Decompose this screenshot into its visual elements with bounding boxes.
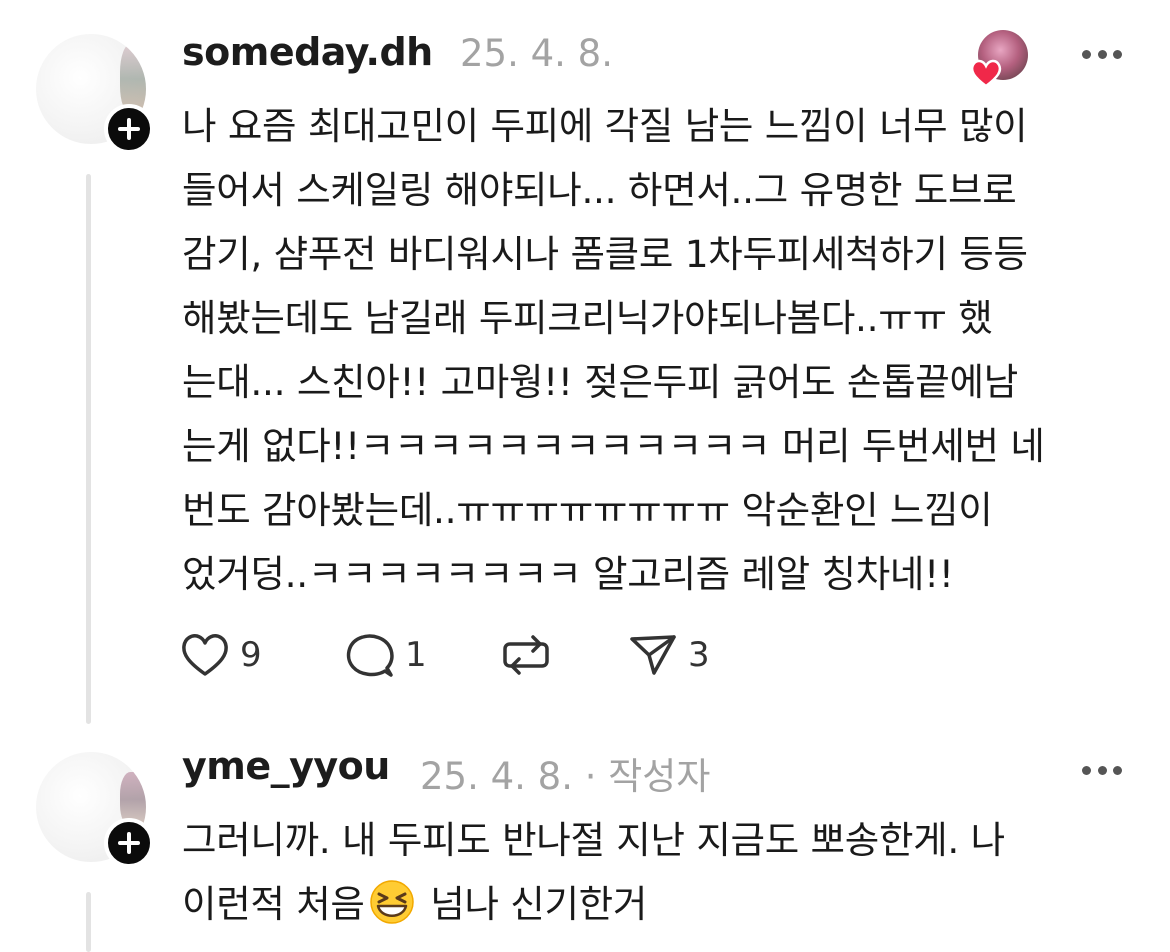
follow-plus-icon[interactable] — [104, 818, 154, 868]
text-line: 는게 없다!!ㅋㅋㅋㅋㅋㅋㅋㅋㅋㅋㅋㅋ 머리 두번세번 네 — [182, 424, 1045, 468]
text-line: 해봤는데도 남길래 두피크리닉가야되나봄다..ㅠㅠ 했 — [182, 296, 993, 340]
reply-count: 1 — [405, 635, 427, 675]
text-line: 번도 감아봤는데..ㅠㅠㅠㅠㅠㅠㅠㅠ 악순환인 느낌이 — [182, 488, 993, 532]
text-line: 었거덩..ㅋㅋㅋㅋㅋㅋㅋㅋ 알고리즘 레알 칭차네!! — [182, 552, 954, 596]
reply-button[interactable]: 1 — [345, 630, 427, 680]
text-line: 나 요즘 최대고민이 두피에 각질 남는 느낌이 너무 많이 — [182, 104, 1028, 148]
paper-plane-icon — [630, 635, 676, 675]
share-count: 3 — [688, 635, 710, 675]
heart-icon — [970, 59, 1002, 88]
text-segment: 이런적 처음 — [182, 882, 365, 926]
grinning-squinting-face-icon — [369, 879, 415, 925]
timestamp: 25. 4. 8. · 작성자 — [420, 746, 710, 800]
text-line: 는대... 스친아!! 고마웡!! 젖은두피 긁어도 손톱끝에남 — [182, 360, 1018, 404]
comment-text: 나 요즘 최대고민이 두피에 각질 남는 느낌이 너무 많이 들어서 스케일링 … — [182, 94, 1045, 606]
thread-line — [86, 892, 91, 952]
like-button[interactable]: 9 — [180, 630, 262, 680]
repost-button[interactable] — [500, 630, 552, 680]
username[interactable]: yme_yyou — [182, 744, 390, 788]
speech-bubble-icon — [346, 634, 394, 677]
author-tag: · 작성자 — [572, 755, 711, 798]
thread-line — [86, 174, 91, 724]
repost-arrows-icon — [503, 635, 549, 675]
liked-by-avatar[interactable] — [970, 30, 1028, 88]
username[interactable]: someday.dh — [182, 30, 433, 74]
comment-2: yme_yyou 25. 4. 8. · 작성자 그러니까. 내 두피도 반나절… — [0, 740, 1170, 952]
more-dots-icon[interactable] — [1082, 763, 1122, 777]
follow-plus-icon[interactable] — [104, 104, 154, 154]
heart-outline-icon — [182, 634, 228, 676]
like-count: 9 — [240, 635, 262, 675]
action-bar: 9 1 3 — [180, 630, 740, 680]
more-dots-icon[interactable] — [1082, 47, 1122, 61]
timestamp: 25. 4. 8. — [460, 32, 613, 75]
text-line: 감기, 샴푸전 바디워시나 폼클로 1차두피세척하기 등등 — [182, 232, 1028, 276]
comment-text: 그러니까. 내 두피도 반나절 지난 지금도 뽀송한게. 나 이런적 처음 넘나… — [182, 808, 1005, 936]
text-line: 그러니까. 내 두피도 반나절 지난 지금도 뽀송한게. 나 — [182, 818, 1005, 862]
timestamp-date: 25. 4. 8. — [420, 755, 573, 798]
text-segment: 넘나 신기한거 — [418, 882, 648, 926]
text-line: 들어서 스케일링 해야되나... 하면서..그 유명한 도브로 — [182, 168, 1017, 212]
text-line: 이런적 처음 넘나 신기한거 — [182, 872, 1005, 936]
comment-1: someday.dh 25. 4. 8. 나 요즘 최대고민이 두피에 각질 남… — [0, 0, 1170, 740]
share-button[interactable]: 3 — [628, 630, 710, 680]
